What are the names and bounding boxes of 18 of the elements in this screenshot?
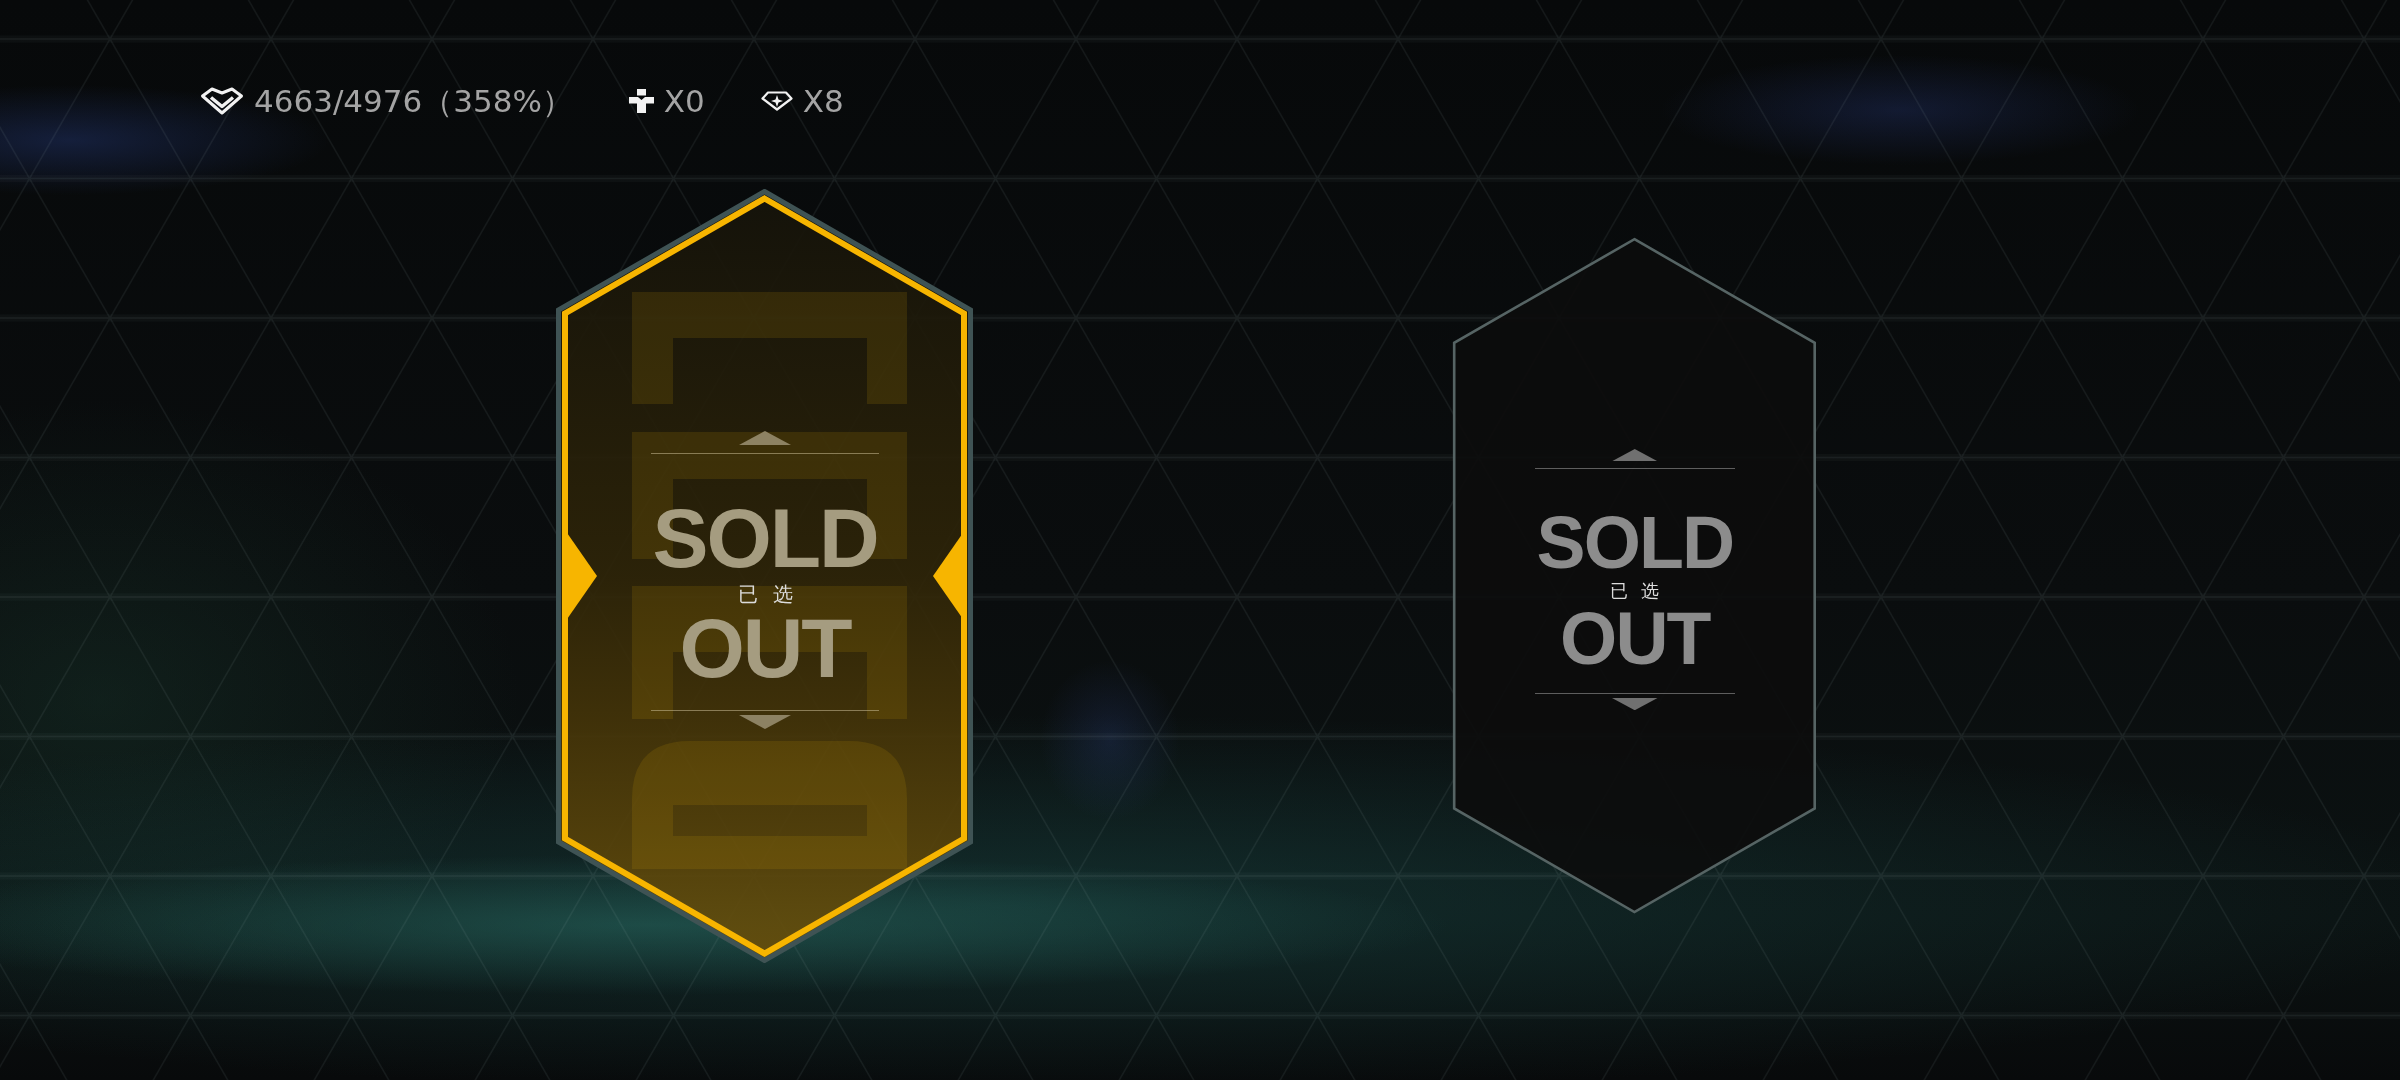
down-triangle-icon (739, 715, 791, 729)
status-label: 已选 (1609, 581, 1673, 603)
item-card[interactable] (556, 189, 973, 963)
resource-count: X8 (802, 82, 844, 120)
item-card[interactable] (1452, 237, 1817, 915)
stamp-text: SOLD (1536, 506, 1734, 580)
up-triangle-icon (739, 431, 791, 445)
stamp-text: OUT (679, 606, 851, 690)
stamp-text: OUT (1560, 602, 1710, 676)
cross-icon (628, 89, 654, 113)
resource-count: 4663/4976（358%） (254, 82, 573, 120)
diamond-icon (760, 91, 793, 111)
down-triangle-icon (1612, 697, 1658, 710)
up-triangle-icon (1612, 449, 1658, 462)
status-label: 已选 (736, 582, 808, 606)
stamp-text: SOLD (652, 496, 878, 580)
resource-count: X0 (663, 82, 705, 120)
gem-icon (200, 87, 244, 115)
